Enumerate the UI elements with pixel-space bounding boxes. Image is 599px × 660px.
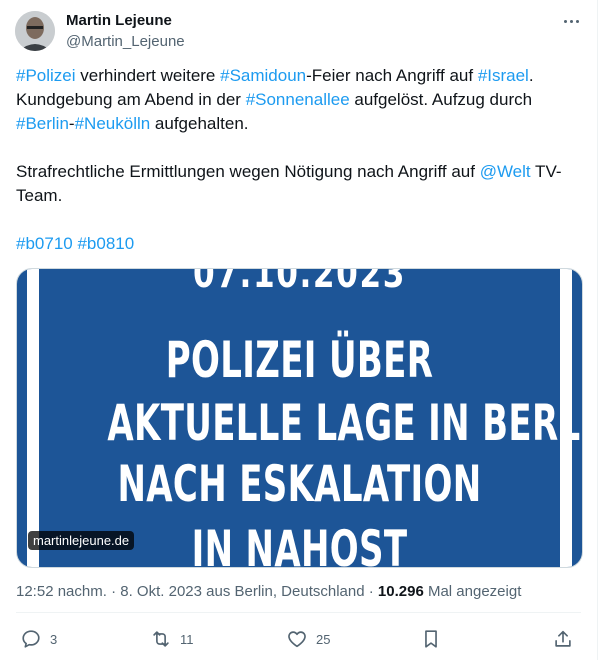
meta-separator: ·	[106, 583, 121, 600]
image-headline-line: POLIZEI ÜBER	[165, 331, 434, 389]
tweet-location: aus Berlin, Deutschland	[201, 583, 365, 600]
tweet-text-span: Kundgebung am Abend in der	[16, 90, 246, 109]
tweet-text-span: TV-	[530, 162, 562, 181]
hashtag-link[interactable]: #Berlin	[16, 114, 69, 133]
tweet-time[interactable]: 12:52 nachm.	[16, 583, 107, 600]
hashtag-link[interactable]: #Polizei	[16, 66, 76, 85]
tweet-text-span: -Feier nach Angriff auf	[306, 66, 478, 85]
tweet-line: #Polizei verhindert weitere #Samidoun-Fe…	[16, 64, 582, 88]
tweet-media-image[interactable]: 07.10.2023 POLIZEI ÜBER AKTUELLE LAGE IN…	[16, 268, 583, 568]
tweet-date[interactable]: 8. Okt. 2023	[120, 583, 202, 600]
repost-icon	[153, 631, 169, 647]
repost-count: 11	[180, 631, 194, 647]
tweet-line: Strafrechtliche Ermittlungen wegen Nötig…	[16, 160, 582, 184]
avatar[interactable]	[15, 11, 55, 51]
image-watermark: martinlejeune.de	[28, 531, 135, 550]
tweet-text-span: Strafrechtliche Ermittlungen wegen Nötig…	[16, 162, 480, 181]
tweet-text-span: aufgehalten.	[150, 114, 249, 133]
tweet-text-span: verhindert weitere	[75, 66, 221, 85]
tweet-card: Martin Lejeune @Martin_Lejeune #Polizei …	[0, 0, 598, 660]
tweet-text-span: aufgelöst. Aufzug durch	[349, 90, 533, 109]
hashtag-link[interactable]: #b0710	[16, 234, 73, 253]
meta-separator: ·	[364, 583, 378, 600]
action-bar: 3 11 25	[16, 628, 581, 656]
hashtag-link[interactable]: #Samidoun	[220, 66, 306, 85]
reply-count: 3	[50, 631, 58, 647]
mention-link[interactable]: @Welt	[480, 162, 531, 181]
divider	[16, 612, 581, 613]
author-name[interactable]: Martin Lejeune	[66, 12, 172, 29]
hashtag-link[interactable]: #Sonnenallee	[246, 90, 350, 109]
image-headline-line: NACH ESKALATION	[117, 455, 482, 513]
tweet-hashtags: #b0710 #b0810	[16, 232, 582, 256]
tweet-text: #Polizei verhindert weitere #Samidoun-Fe…	[16, 64, 582, 256]
image-date-text: 07.10.2023	[193, 268, 406, 297]
like-button[interactable]: 25	[286, 628, 330, 650]
reply-button[interactable]: 3	[20, 628, 57, 650]
tweet-line: Team.	[16, 186, 63, 205]
hashtag-link[interactable]: #Neukölln	[75, 114, 151, 133]
image-headline-line: AKTUELLE LAGE IN BERLIN	[107, 394, 583, 452]
hashtag-link[interactable]: #Israel	[478, 66, 529, 85]
author-handle[interactable]: @Martin_Lejeune	[66, 33, 185, 50]
avatar-photo	[15, 11, 55, 51]
bookmark-button[interactable]	[420, 628, 442, 650]
tweet-line: #Berlin-#Neukölln aufgehalten.	[16, 112, 582, 136]
hashtag-link[interactable]: #b0810	[77, 234, 134, 253]
reply-icon	[22, 630, 40, 648]
bookmark-icon	[425, 630, 437, 648]
view-count-label: Mal angezeigt	[423, 583, 522, 600]
repost-button[interactable]: 11	[150, 628, 194, 650]
more-options-icon[interactable]	[560, 12, 582, 30]
image-border-left	[27, 269, 39, 567]
heart-icon	[288, 631, 306, 648]
share-button[interactable]	[552, 628, 574, 650]
share-icon	[555, 630, 571, 647]
like-count: 25	[316, 631, 331, 647]
tweet-line: Kundgebung am Abend in der #Sonnenallee …	[16, 88, 582, 112]
image-headline-line: IN NAHOST	[191, 520, 408, 568]
tweet-meta: 12:52 nachm. · 8. Okt. 2023 aus Berlin, …	[16, 583, 521, 600]
view-count: 10.296	[377, 583, 424, 600]
tweet-text-span: .	[528, 66, 534, 85]
